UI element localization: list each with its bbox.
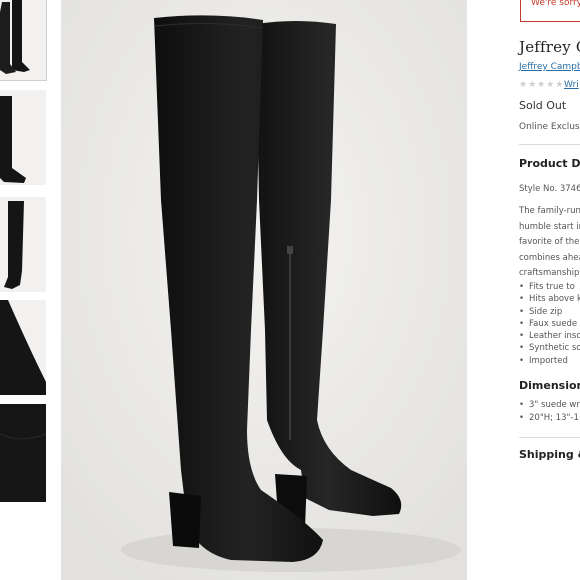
- boot-heel-thumb: [0, 404, 46, 502]
- shipping-heading[interactable]: Shipping & R: [519, 448, 580, 461]
- description-line: humble start in: [519, 221, 580, 232]
- feature-item: Faux suede: [519, 318, 580, 330]
- dimensions-list: 3" suede wr 20"H; 13"-1: [519, 399, 580, 425]
- thumbnail-4[interactable]: [0, 300, 46, 395]
- product-title: Jeffrey C: [519, 38, 580, 56]
- boot-toe-thumb: [0, 300, 46, 395]
- dimension-item: 20"H; 13"-1: [519, 412, 580, 425]
- product-info-panel: We're sorry. Jeffrey C Jeffrey Campbe ★★…: [467, 0, 580, 580]
- style-number: Style No. 3746: [519, 184, 580, 194]
- divider: [519, 437, 580, 438]
- feature-list: Fits true to Hits above k Side zip Faux …: [519, 281, 580, 367]
- sold-out-notice: We're sorry.: [520, 0, 580, 22]
- rating-stars: ★★★★★: [519, 80, 565, 90]
- description-line: combines ahea: [519, 252, 580, 263]
- thumbnail-3[interactable]: [0, 197, 46, 292]
- boot-side-thumb: [0, 90, 46, 185]
- channel-label: Online Exclusiv: [519, 122, 580, 132]
- availability-status: Sold Out: [519, 99, 567, 112]
- feature-item: Side zip: [519, 306, 580, 318]
- feature-item: Fits true to: [519, 281, 580, 293]
- thumbnail-2[interactable]: [0, 90, 46, 185]
- thumbnail-column: [0, 0, 47, 580]
- thumbnail-5[interactable]: [0, 404, 46, 502]
- boots-illustration: [61, 0, 467, 580]
- feature-item: Leather inso: [519, 330, 580, 342]
- dimension-item: 3" suede wr: [519, 399, 580, 412]
- product-description: The family-run humble start in favorite …: [519, 204, 580, 282]
- boot-standing-thumb: [0, 197, 46, 292]
- write-review-link[interactable]: Wri: [564, 80, 579, 90]
- divider: [519, 144, 580, 145]
- feature-item: Hits above k: [519, 293, 580, 305]
- feature-item: Imported: [519, 355, 580, 367]
- product-details-heading[interactable]: Product Deta: [519, 157, 580, 170]
- boot-pair-thumb: [0, 0, 46, 80]
- description-line: craftsmanship.: [519, 268, 580, 278]
- description-line: favorite of the: [519, 237, 580, 247]
- brand-link[interactable]: Jeffrey Campbe: [519, 62, 580, 72]
- description-line: The family-run: [519, 206, 580, 216]
- thumbnail-1[interactable]: [0, 0, 47, 81]
- main-product-image[interactable]: ⤢: [61, 0, 467, 580]
- feature-item: Synthetic so: [519, 342, 580, 354]
- dimensions-heading[interactable]: Dimensions: [519, 379, 580, 392]
